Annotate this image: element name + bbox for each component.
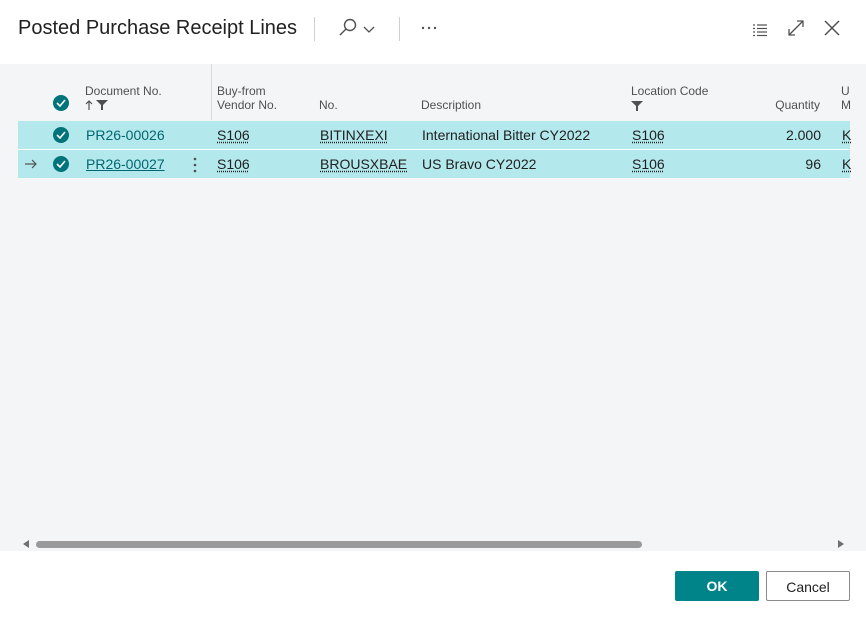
row-checkbox[interactable]: [53, 156, 69, 172]
filter-icon: [631, 101, 643, 111]
filter-icon: [96, 100, 108, 110]
item-no-cell[interactable]: BITINXEXI: [320, 121, 388, 149]
current-row-arrow-icon: [24, 157, 38, 176]
list-view-icon[interactable]: [750, 20, 770, 40]
sort-ascending-icon: [85, 100, 93, 110]
cancel-button[interactable]: Cancel: [766, 571, 850, 601]
header-divider: [399, 17, 400, 41]
column-header-document-no[interactable]: Document No.: [85, 84, 162, 111]
header-divider: [314, 17, 315, 41]
ellipsis-icon[interactable]: [418, 18, 442, 38]
close-icon[interactable]: [822, 18, 842, 38]
column-header-quantity[interactable]: Quantity: [740, 98, 820, 112]
uom-cell[interactable]: K: [842, 150, 851, 178]
horizontal-scrollbar[interactable]: [18, 537, 850, 551]
scroll-left-icon[interactable]: [23, 540, 29, 548]
search-icon[interactable]: [336, 16, 378, 40]
vendor-no-cell[interactable]: S106: [217, 121, 250, 149]
lines-grid: Document No. Buy-from Vendor No. No. Des…: [0, 64, 866, 551]
column-header-uom[interactable]: U M: [841, 84, 851, 112]
sort-filter-indicator: [85, 99, 162, 111]
scroll-right-icon[interactable]: [838, 540, 844, 548]
uom-cell[interactable]: K: [842, 121, 851, 149]
column-divider: [211, 64, 212, 120]
location-code-cell[interactable]: S106: [632, 150, 665, 178]
row-checkbox[interactable]: [53, 127, 69, 143]
select-all-checkbox[interactable]: [53, 95, 69, 111]
description-cell: US Bravo CY2022: [422, 156, 537, 172]
document-no-link[interactable]: PR26-00027: [86, 150, 165, 178]
row-actions-icon[interactable]: [192, 157, 198, 178]
description-cell: International Bitter CY2022: [422, 127, 591, 143]
page-title: Posted Purchase Receipt Lines: [18, 17, 298, 39]
dialog-header: Posted Purchase Receipt Lines: [0, 0, 866, 64]
column-header-description[interactable]: Description: [421, 98, 481, 112]
column-header-vendor-no[interactable]: Buy-from Vendor No.: [217, 84, 277, 112]
quantity-cell: 2.000: [785, 127, 821, 143]
item-no-cell[interactable]: BROUSXBAE: [320, 150, 407, 178]
vendor-no-cell[interactable]: S106: [217, 150, 250, 178]
expand-icon[interactable]: [786, 18, 806, 38]
scrollbar-thumb[interactable]: [36, 541, 642, 548]
location-code-cell[interactable]: S106: [632, 121, 665, 149]
document-no-link[interactable]: PR26-00026: [86, 121, 165, 149]
dialog-footer: OK Cancel: [0, 551, 866, 620]
table-row[interactable]: PR26-00027 S106 BROUSXBAE US Bravo CY202…: [18, 149, 851, 178]
ok-button[interactable]: OK: [675, 571, 759, 601]
quantity-cell: 96: [805, 156, 821, 172]
column-header-location-code[interactable]: Location Code: [631, 84, 708, 114]
table-row[interactable]: PR26-00026 S106 BITINXEXI International …: [18, 121, 851, 149]
column-header-no[interactable]: No.: [319, 98, 338, 112]
